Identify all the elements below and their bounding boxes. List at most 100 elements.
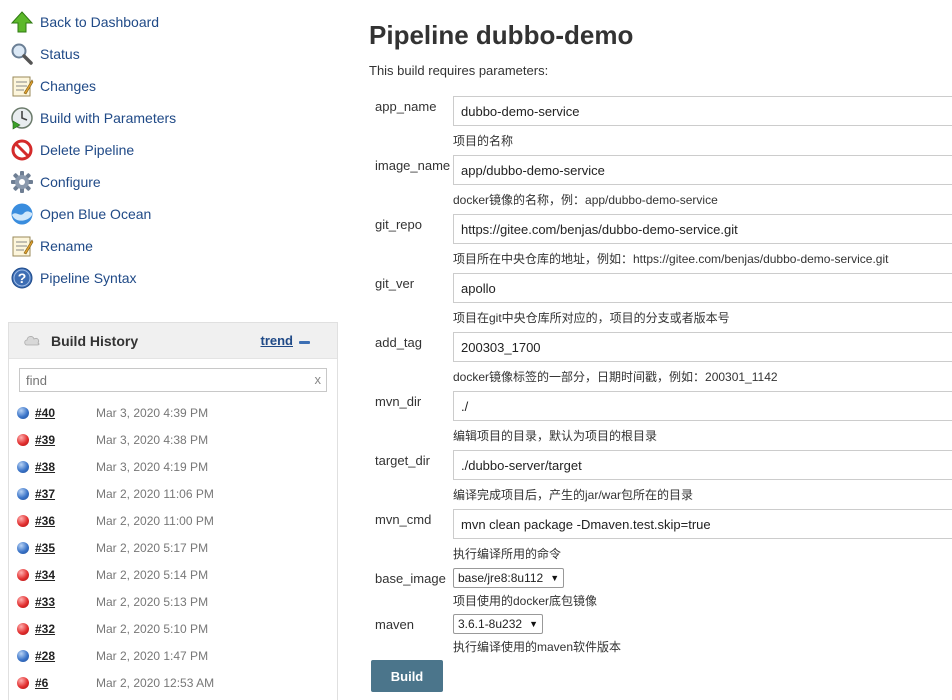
task-label[interactable]: Back to Dashboard [40,14,159,30]
param-description-mvn_cmd: 执行编译所用的命令 [453,547,562,561]
page-title: Pipeline dubbo-demo [369,20,634,50]
build-date: Mar 2, 2020 11:00 PM [96,513,214,528]
build-history-title: Build History [51,332,139,349]
param-description-image_name: docker镜像的名称，例：app/dubbo-demo-service [453,193,718,207]
task-label[interactable]: Status [40,46,80,62]
selected-value: base/jre8:8u112 [458,571,544,585]
blue-ocean-icon [10,202,34,226]
build-status-ball-icon [17,649,29,662]
build-date: Mar 2, 2020 5:13 PM [96,594,209,609]
magnifier-icon [10,42,34,66]
build-date: Mar 2, 2020 12:53 AM [96,675,215,690]
build-row: #35 Mar 2, 2020 5:17 PM [9,534,337,561]
build-row: #39 Mar 3, 2020 4:38 PM [9,426,337,453]
build-date: Mar 2, 2020 5:17 PM [96,540,209,555]
build-number-link[interactable]: #32 [35,622,55,636]
param-select-base_image[interactable]: base/jre8:8u112 ▼ [453,568,565,588]
build-row: #34 Mar 2, 2020 5:14 PM [9,561,337,588]
build-status-ball-icon [17,568,29,581]
build-number-link[interactable]: #33 [35,595,55,609]
help-icon: ? [10,266,34,290]
param-name-maven: maven [375,617,415,632]
param-description-mvn_dir: 编辑项目的目录，默认为项目的根目录 [453,429,658,443]
build-status-ball-icon [17,595,29,608]
build-history-header: Build History trend [9,323,337,359]
build-row: #38 Mar 3, 2020 4:19 PM [9,453,337,480]
notepad-icon [10,74,34,98]
build-date: Mar 3, 2020 4:19 PM [96,459,209,474]
side-panel: Back to Dashboard Status Changes Build w… [0,0,345,700]
param-description-app_name: 项目的名称 [453,134,514,148]
build-status-ball-icon [17,487,29,500]
task-label[interactable]: Rename [40,238,93,254]
build-row: #28 Mar 2, 2020 1:47 PM [9,642,337,669]
build-status-ball-icon [17,514,29,527]
task-rename[interactable]: Rename [10,232,93,260]
task-label[interactable]: Changes [40,78,96,94]
build-date: Mar 2, 2020 11:06 PM [96,486,214,501]
build-number-link[interactable]: #36 [35,514,55,528]
build-number-link[interactable]: #40 [35,406,55,420]
build-number-link[interactable]: #34 [35,568,55,582]
task-delete-pipeline[interactable]: Delete Pipeline [10,136,134,164]
build-history-widget: Build History trend x #40 Mar 3, 2020 4:3… [8,322,338,700]
param-input-app_name[interactable] [453,96,952,126]
param-name-image_name: image_name [375,158,451,173]
task-open-blue-ocean[interactable]: Open Blue Ocean [10,200,151,228]
task-label[interactable]: Open Blue Ocean [40,206,151,222]
build-row: #6 Mar 2, 2020 12:53 AM [9,669,337,696]
task-label[interactable]: Pipeline Syntax [40,270,137,286]
task-back-to-dashboard[interactable]: Back to Dashboard [10,8,159,36]
task-status[interactable]: Status [10,40,80,68]
task-label[interactable]: Configure [40,174,101,190]
param-name-target_dir: target_dir [375,453,430,468]
task-pipeline-syntax[interactable]: ? Pipeline Syntax [10,264,137,292]
svg-text:?: ? [18,270,27,286]
build-row: #33 Mar 2, 2020 5:13 PM [9,588,337,615]
no-entry-icon [10,138,34,162]
build-number-link[interactable]: #38 [35,460,55,474]
task-label[interactable]: Build with Parameters [40,110,176,126]
param-name-git_repo: git_repo [375,217,422,232]
build-number-link[interactable]: #6 [35,676,48,690]
param-name-base_image: base_image [375,571,446,586]
param-name-app_name: app_name [375,99,437,114]
trend-link[interactable]: trend [261,333,294,348]
build-date: Mar 3, 2020 4:39 PM [96,405,209,420]
param-input-add_tag[interactable] [453,332,952,362]
task-configure[interactable]: Configure [10,168,101,196]
chevron-down-icon: ▼ [529,619,538,629]
param-input-git_ver[interactable] [453,273,952,303]
param-input-mvn_dir[interactable] [453,391,952,421]
param-description-base_image: 项目使用的docker底包镜像 [453,594,598,608]
param-input-mvn_cmd[interactable] [453,509,952,539]
param-input-image_name[interactable] [453,155,952,185]
param-input-git_repo[interactable] [453,214,952,244]
task-build-with-parameters[interactable]: Build with Parameters [10,104,176,132]
task-changes[interactable]: Changes [10,72,96,100]
param-description-git_ver: 项目在git中央仓库所对应的，项目的分支或者版本号 [453,311,730,325]
param-name-mvn_cmd: mvn_cmd [375,512,432,527]
param-description-git_repo: 项目所在中央仓库的地址，例如：https://gitee.com/benjas/… [453,252,889,266]
build-number-link[interactable]: #35 [35,541,55,555]
build-row: #40 Mar 3, 2020 4:39 PM [9,399,337,426]
param-input-target_dir[interactable] [453,450,952,480]
task-label[interactable]: Delete Pipeline [40,142,134,158]
param-select-maven[interactable]: 3.6.1-8u232 ▼ [453,614,543,634]
clear-search-icon[interactable]: x [315,372,322,387]
clock-play-icon [10,106,34,130]
collapse-icon[interactable] [299,341,310,344]
selected-value: 3.6.1-8u232 [458,617,523,631]
build-row: #37 Mar 2, 2020 11:06 PM [9,480,337,507]
build-search-input[interactable] [20,369,300,391]
build-button[interactable]: Build [371,660,443,692]
build-number-link[interactable]: #39 [35,433,55,447]
param-name-add_tag: add_tag [375,335,422,350]
build-number-link[interactable]: #28 [35,649,55,663]
up-arrow-icon [10,10,34,34]
build-number-link[interactable]: #37 [35,487,55,501]
chevron-down-icon: ▼ [550,573,560,583]
build-status-ball-icon [17,676,29,689]
build-list: #40 Mar 3, 2020 4:39 PM #39 Mar 3, 2020 4:3… [9,399,337,696]
param-name-git_ver: git_ver [375,276,415,291]
